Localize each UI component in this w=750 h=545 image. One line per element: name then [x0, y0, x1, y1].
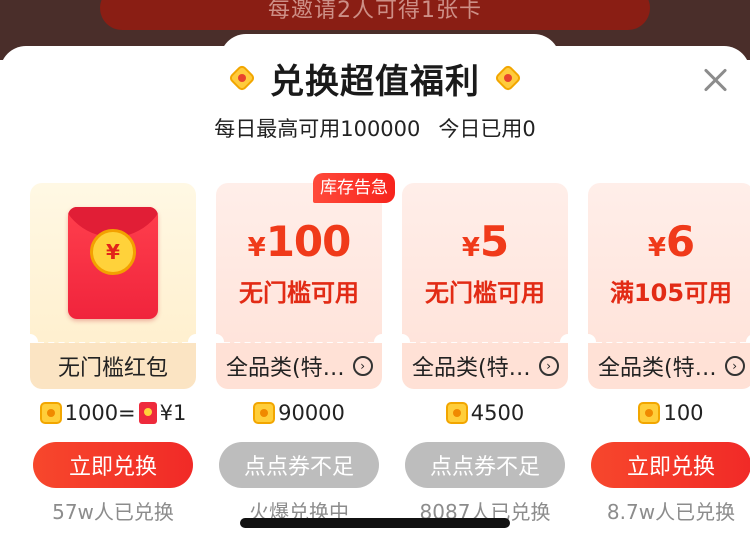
- cost-cash: ¥1: [159, 401, 187, 425]
- exchange-count: 57w人已兑换: [52, 500, 174, 524]
- coupon-category-link[interactable]: 全品类(特… ›: [216, 343, 382, 389]
- chevron-right-icon: ›: [352, 356, 373, 376]
- coupon-condition: 满105可用: [609, 279, 733, 307]
- coupon-category: 全品类(特…: [598, 356, 717, 381]
- coupon-condition: 无门槛可用: [425, 279, 545, 307]
- card-label: 无门槛红包: [30, 343, 196, 389]
- exchange-button[interactable]: 立即兑换: [33, 442, 193, 488]
- cost-value: 90000: [278, 401, 345, 425]
- cost-row: 1000= ¥1: [30, 401, 196, 425]
- coupon-category-link[interactable]: 全品类(特… ›: [402, 343, 568, 389]
- sheet-header: 兑换超值福利: [0, 56, 750, 102]
- home-indicator[interactable]: [240, 518, 510, 528]
- reward-card-red-packet[interactable]: ¥ 无门槛红包: [30, 183, 196, 389]
- coupon-condition: 无门槛可用: [239, 279, 359, 307]
- insufficient-points-button[interactable]: 点点券不足: [405, 442, 565, 488]
- daily-used-text: 今日已用0: [438, 117, 536, 141]
- reward-card-coupon-5[interactable]: ¥5 无门槛可用 全品类(特… ›: [402, 183, 568, 389]
- exchange-count: 8.7w人已兑换: [606, 500, 736, 524]
- cost-value: 1000=: [64, 401, 136, 425]
- close-icon[interactable]: [700, 64, 732, 96]
- insufficient-points-button[interactable]: 点点券不足: [219, 442, 379, 488]
- chevron-right-icon: ›: [724, 356, 745, 376]
- daily-limit-text: 每日最高可用100000: [214, 117, 421, 141]
- coupon-amount: ¥6: [647, 217, 695, 266]
- coin-deco-icon: [227, 63, 257, 93]
- invite-banner-text: 每邀请2人可得1张卡: [268, 0, 482, 23]
- cost-value: 100: [663, 401, 704, 425]
- coupon-amount: ¥100: [247, 217, 352, 266]
- chevron-right-icon: ›: [538, 356, 559, 376]
- stock-warning-badge: 库存告急: [313, 173, 395, 203]
- invite-banner: 每邀请2人可得1张卡: [100, 0, 650, 30]
- red-packet-icon: ¥: [68, 207, 158, 319]
- sheet-title: 兑换超值福利: [270, 61, 480, 102]
- reward-card-coupon-6[interactable]: ¥6 满105可用 全品类(特… ›: [588, 183, 750, 389]
- coupon-category-link[interactable]: 全品类(特… ›: [588, 343, 750, 389]
- coin-icon: [39, 402, 62, 424]
- coin-deco-icon: [493, 63, 523, 93]
- coupon-amount: ¥5: [461, 217, 509, 266]
- red-packet-icon: [138, 402, 157, 424]
- cost-row: 90000: [216, 401, 382, 425]
- exchange-button[interactable]: 立即兑换: [591, 442, 750, 488]
- coin-icon: [445, 402, 468, 424]
- quota-info: 每日最高可用100000 今日已用0: [0, 113, 750, 143]
- reward-card-coupon-100[interactable]: ¥100 无门槛可用 全品类(特… ›: [216, 183, 382, 389]
- cost-value: 4500: [470, 401, 525, 425]
- coupon-category: 全品类(特…: [412, 356, 531, 381]
- coin-icon: [253, 402, 276, 424]
- coin-icon: [638, 402, 661, 424]
- coupon-category: 全品类(特…: [226, 356, 345, 381]
- cost-row: 4500: [402, 401, 568, 425]
- cost-row: 100: [588, 401, 750, 425]
